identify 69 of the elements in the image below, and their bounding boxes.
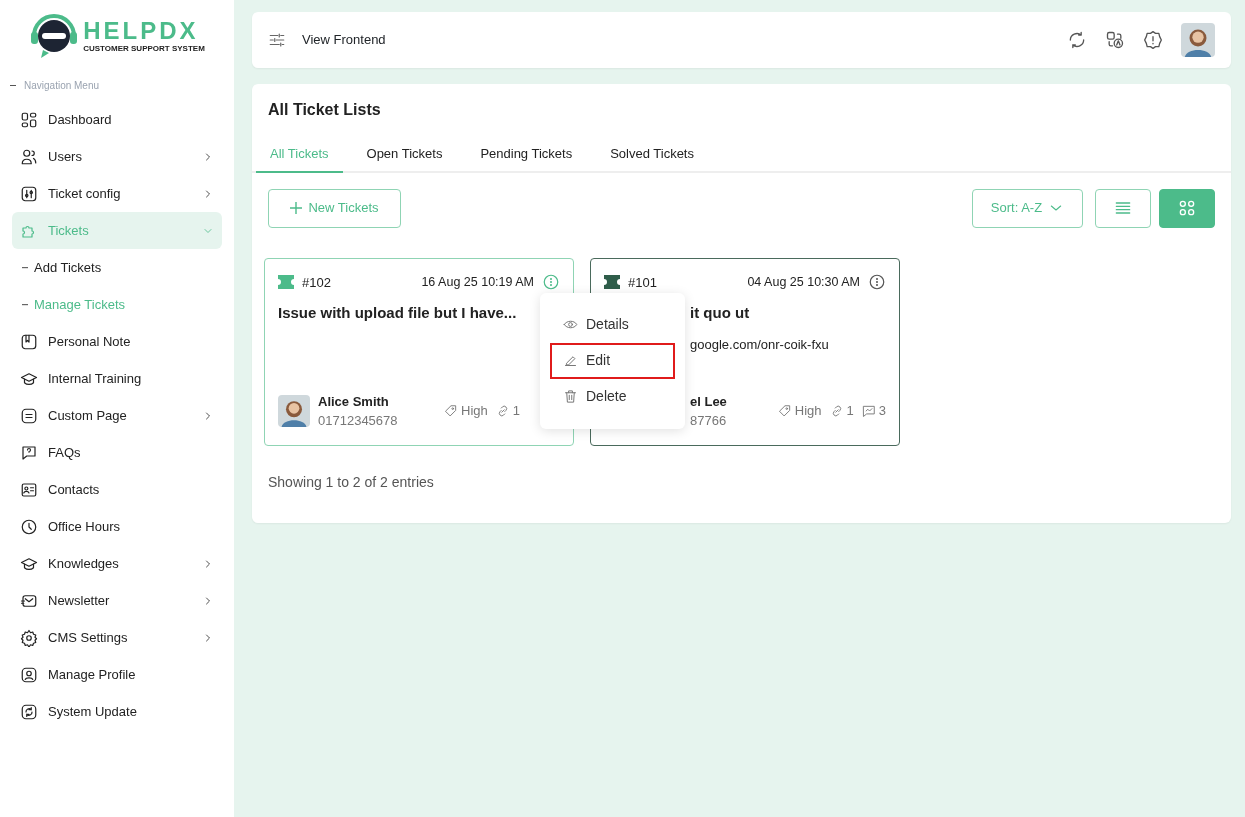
link-count: 1 [846, 402, 854, 421]
trash-icon [563, 389, 578, 404]
sidebar-item[interactable]: Custom Page [12, 397, 222, 434]
tab[interactable]: Pending Tickets [466, 138, 587, 173]
plus-icon [290, 202, 303, 214]
sidebar-item[interactable]: Knowledges [12, 545, 222, 582]
sidebar-item[interactable]: Personal Note [12, 323, 222, 360]
panel-title: All Ticket Lists [267, 100, 382, 120]
profile-icon [20, 665, 38, 684]
sidebar-item[interactable]: Contacts [12, 471, 222, 508]
comment-count: 3 [878, 402, 886, 421]
ticket-icon [278, 275, 294, 290]
nav-heading: Navigation Menu [24, 79, 100, 93]
headset-logo-icon [29, 14, 80, 60]
customer-name: Alice Smith [318, 392, 390, 411]
page-icon [20, 406, 38, 425]
entries-summary: Showing 1 to 2 of 2 entries [267, 472, 435, 492]
ticket-number: #102 [302, 273, 332, 292]
pencil-icon [563, 353, 578, 368]
sidebar-item[interactable]: System Update [12, 693, 222, 730]
priority-label: High [794, 402, 822, 421]
ticket-number: #101 [628, 273, 658, 292]
faq-icon [20, 443, 38, 462]
alert-icon[interactable] [1143, 30, 1163, 50]
sidebar-item[interactable]: CMS Settings [12, 619, 222, 656]
ticket-title: it quo ut [690, 303, 751, 323]
sidebar-item[interactable]: Manage Profile [12, 656, 222, 693]
sidebar-item[interactable]: Ticket config [12, 175, 222, 212]
note-icon [20, 332, 38, 351]
logo-text: HELPDX [83, 19, 200, 43]
tag-icon [777, 404, 792, 418]
sidebar-item[interactable]: Internal Training [12, 360, 222, 397]
tab[interactable]: Solved Tickets [596, 138, 708, 173]
more-options-icon[interactable] [868, 273, 886, 292]
dash-icon [22, 303, 28, 306]
sidebar-item[interactable]: Users [12, 138, 222, 175]
sliders-icon [268, 31, 286, 49]
dashboard-icon [20, 110, 38, 129]
sidebar-item[interactable]: Office Hours [12, 508, 222, 545]
contact-card-icon [20, 480, 38, 499]
ticket-title: Issue with upload file but I have... [278, 303, 518, 323]
users-icon [20, 147, 38, 166]
logo-tagline: CUSTOMER SUPPORT SYSTEM [83, 43, 205, 55]
sidebar-item[interactable]: Newsletter [12, 582, 222, 619]
comment-icon [861, 404, 876, 418]
sliders-icon [20, 184, 38, 203]
tab[interactable]: Open Tickets [352, 138, 457, 173]
gear-icon [20, 628, 38, 647]
ticket-link: google.com/onr-coik-fxu [690, 335, 830, 354]
customer-name: el Lee [690, 392, 728, 411]
clock-icon [20, 517, 38, 536]
sync-icon[interactable] [1067, 30, 1087, 50]
ticket-icon [604, 275, 620, 290]
dash-icon [22, 266, 28, 269]
refresh-icon [20, 702, 38, 721]
ticket-date: 04 Aug 25 10:30 AM [747, 273, 860, 291]
ticket-date: 16 Aug 25 10:19 AM [421, 273, 534, 291]
dash-icon [10, 84, 16, 87]
submenu-item[interactable]: Add Tickets [12, 249, 222, 286]
sidebar-item[interactable]: FAQs [12, 434, 222, 471]
tag-icon [444, 404, 458, 418]
link-count: 1 [512, 402, 520, 421]
customer-phone: 01712345678 [318, 412, 399, 430]
translate-icon[interactable] [1105, 30, 1125, 50]
sidebar-item[interactable]: Dashboard [12, 101, 222, 138]
priority-label: High [461, 402, 488, 421]
grid-icon [1177, 198, 1197, 218]
menu-item[interactable]: Edit [550, 342, 675, 379]
customer-phone: 87766 [690, 412, 728, 430]
